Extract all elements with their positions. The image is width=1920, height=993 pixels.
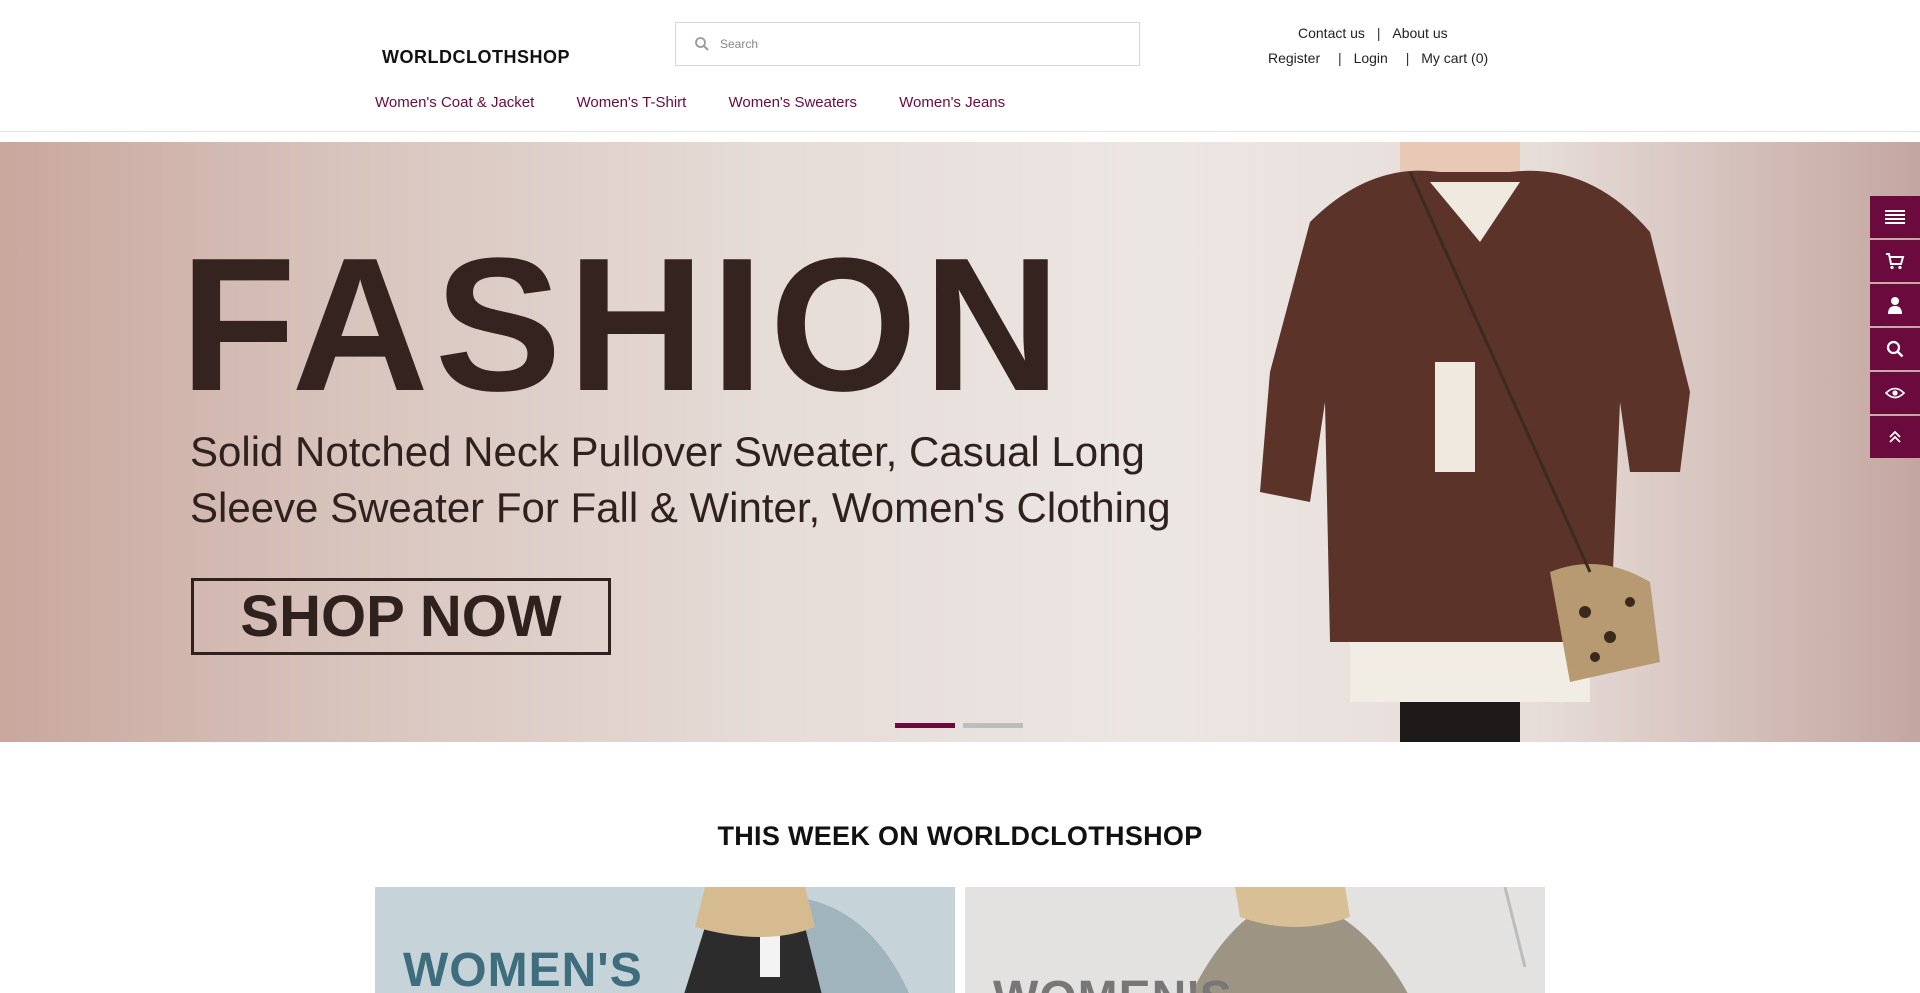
contact-link[interactable]: Contact us — [1298, 25, 1365, 41]
cart-icon — [1886, 253, 1905, 270]
register-link[interactable]: Register — [1268, 50, 1320, 66]
eye-icon — [1885, 387, 1905, 399]
account-button[interactable] — [1870, 284, 1920, 326]
account-links: Register | Login | My cart (0) — [1268, 50, 1488, 66]
category-label: WOMEN'S — [993, 971, 1233, 993]
menu-button[interactable] — [1870, 196, 1920, 238]
cart-count: (0) — [1471, 50, 1489, 66]
cart-label: My cart — [1421, 50, 1468, 66]
recently-viewed-button[interactable] — [1870, 372, 1920, 414]
main-nav: Women's Coat & Jacket Women's T-Shirt Wo… — [375, 94, 1043, 111]
category-label: WOMEN'S — [403, 944, 643, 993]
shop-now-button[interactable]: SHOP NOW — [191, 578, 611, 655]
divider: | — [1376, 25, 1381, 41]
category-card[interactable]: WOMEN'S — [375, 887, 955, 993]
hero-subtitle: Solid Notched Neck Pullover Sweater, Cas… — [190, 428, 1171, 531]
cart-link[interactable]: My cart (0) — [1421, 50, 1488, 66]
user-icon — [1888, 297, 1902, 314]
hero-banner[interactable]: FASHION Solid Notched Neck Pullover Swea… — [0, 142, 1920, 742]
search-box[interactable] — [675, 22, 1140, 66]
chevron-up-double-icon — [1889, 430, 1901, 443]
top-links: Contact us | About us — [1298, 25, 1448, 41]
slide-dot-1[interactable] — [895, 723, 955, 728]
hero-title: FASHION — [180, 219, 1067, 431]
about-link[interactable]: About us — [1392, 25, 1447, 41]
category-card[interactable]: WOMEN'S — [965, 887, 1545, 993]
login-link[interactable]: Login — [1354, 50, 1388, 66]
section-title: THIS WEEK ON WORLDCLOTHSHOP — [717, 821, 1203, 851]
divider: | — [1405, 50, 1410, 66]
nav-item-coat-jacket[interactable]: Women's Coat & Jacket — [375, 94, 534, 111]
cart-button[interactable] — [1870, 240, 1920, 282]
model-image — [1260, 142, 1690, 742]
slider-dots — [895, 715, 1031, 733]
search-icon — [1886, 340, 1904, 358]
search-button[interactable] — [1870, 328, 1920, 370]
site-logo[interactable]: WORLDCLOTHSHOP — [382, 47, 570, 68]
slide-dot-2[interactable] — [963, 723, 1023, 728]
divider: | — [1338, 50, 1342, 66]
site-header: WORLDCLOTHSHOP Contact us | About us Reg… — [0, 0, 1920, 132]
floating-toolbar — [1870, 196, 1920, 460]
menu-icon — [1885, 210, 1905, 224]
nav-item-sweaters[interactable]: Women's Sweaters — [729, 94, 857, 111]
search-input[interactable] — [720, 23, 1130, 65]
search-icon — [695, 37, 709, 51]
back-to-top-button[interactable] — [1870, 416, 1920, 458]
nav-item-t-shirt[interactable]: Women's T-Shirt — [577, 94, 687, 111]
nav-item-jeans[interactable]: Women's Jeans — [899, 94, 1005, 111]
